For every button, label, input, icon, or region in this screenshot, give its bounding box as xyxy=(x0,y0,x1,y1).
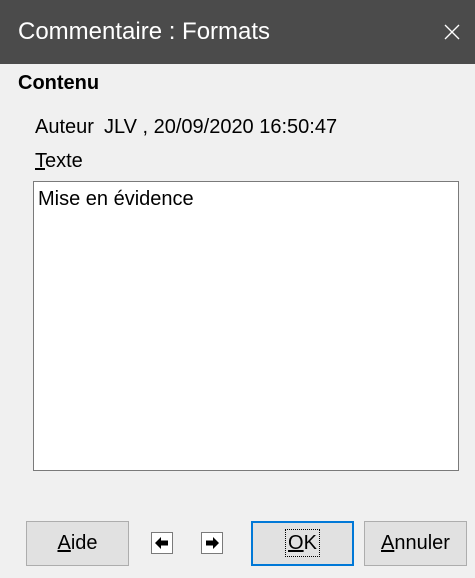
text-label-rest: exte xyxy=(45,150,83,172)
ok-button-rest: K xyxy=(303,532,317,554)
cancel-button-mnemonic: A xyxy=(381,532,395,554)
comment-dialog: Commentaire : Formats Contenu Auteur JLV … xyxy=(0,0,475,578)
help-button-mnemonic: A xyxy=(57,532,71,554)
text-label: Texte xyxy=(35,148,83,174)
cancel-button-rest: nnuler xyxy=(394,532,450,554)
ok-button[interactable]: OK xyxy=(251,521,354,566)
comment-text: Mise en évidence xyxy=(38,188,194,210)
cancel-button[interactable]: Annuler xyxy=(364,521,467,566)
title-bar[interactable]: Commentaire : Formats xyxy=(0,0,475,64)
next-comment-button[interactable] xyxy=(201,532,223,554)
comment-text-area[interactable]: Mise en évidence xyxy=(33,181,459,471)
author-label: Auteur xyxy=(35,116,94,138)
arrow-left-icon xyxy=(155,537,168,549)
content-heading: Contenu xyxy=(18,72,100,94)
close-button[interactable] xyxy=(429,0,475,64)
dialog-title: Commentaire : Formats xyxy=(18,18,271,45)
text-label-mnemonic: T xyxy=(35,150,45,172)
author-row: Auteur JLV , 20/09/2020 16:50:47 xyxy=(35,114,337,140)
help-button-rest: ide xyxy=(70,532,98,554)
close-icon xyxy=(444,24,460,40)
ok-button-label: OK xyxy=(285,529,320,557)
previous-comment-button[interactable] xyxy=(151,532,173,554)
arrow-right-icon xyxy=(206,537,219,549)
author-value: JLV , 20/09/2020 16:50:47 xyxy=(103,116,338,138)
ok-button-mnemonic: O xyxy=(288,532,304,554)
help-button[interactable]: Aide xyxy=(26,521,129,566)
